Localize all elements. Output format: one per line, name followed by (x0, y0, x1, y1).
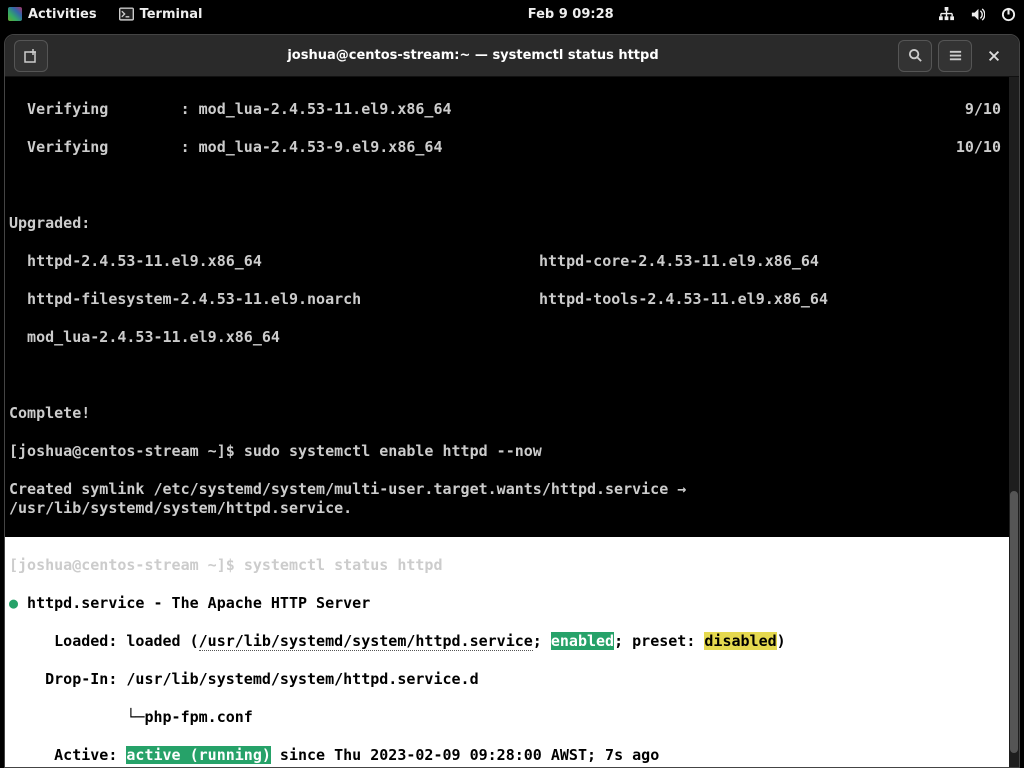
volume-icon (970, 7, 985, 22)
term-line: [joshua@centos-stream ~]$ sudo systemctl… (9, 442, 1015, 461)
term-line: httpd-filesystem-2.4.53-11.el9.noarchhtt… (9, 290, 1015, 309)
network-icon (939, 7, 954, 22)
power-icon (1001, 7, 1016, 22)
titlebar: joshua@centos-stream:~ — systemctl statu… (5, 35, 1019, 77)
close-button[interactable] (978, 40, 1010, 72)
term-line: mod_lua-2.4.53-11.el9.x86_64 (9, 328, 1015, 347)
term-line: httpd-2.4.53-11.el9.x86_64httpd-core-2.4… (9, 252, 1015, 271)
close-icon (987, 49, 1001, 63)
activities-label: Activities (28, 7, 97, 22)
activities-button[interactable]: Activities (8, 7, 97, 22)
terminal-icon (119, 7, 134, 21)
active-badge: active (running) (126, 746, 271, 764)
status-output: [joshua@centos-stream ~]$ systemctl stat… (5, 537, 1019, 767)
terminal-body[interactable]: Verifying : mod_lua-2.4.53-11.el9.x86_64… (5, 77, 1019, 767)
gnome-topbar: Activities Terminal Feb 9 09:28 (0, 0, 1024, 28)
activities-icon (8, 7, 22, 21)
term-line: Verifying : mod_lua-2.4.53-11.el9.x86_64… (9, 100, 1015, 119)
term-line: Created symlink /etc/systemd/system/mult… (9, 480, 1015, 518)
term-line (9, 366, 1015, 385)
term-line (9, 176, 1015, 195)
menu-button[interactable] (938, 40, 972, 72)
active-app[interactable]: Terminal (119, 7, 203, 22)
clock[interactable]: Feb 9 09:28 (202, 7, 939, 22)
system-tray[interactable] (939, 7, 1016, 22)
new-tab-icon (23, 48, 39, 64)
enabled-badge: enabled (551, 632, 614, 650)
term-line: Complete! (9, 404, 1015, 423)
active-app-label: Terminal (140, 7, 203, 22)
scrollbar-thumb[interactable] (1010, 491, 1018, 753)
disabled-badge: disabled (704, 632, 776, 650)
terminal-window: joshua@centos-stream:~ — systemctl statu… (4, 34, 1020, 768)
search-icon (908, 48, 923, 63)
term-line: Verifying : mod_lua-2.4.53-9.el9.x86_641… (9, 138, 1015, 157)
search-button[interactable] (898, 40, 932, 72)
term-line: Upgraded: (9, 214, 1015, 233)
scrollbar[interactable] (1009, 77, 1019, 767)
window-title: joshua@centos-stream:~ — systemctl statu… (51, 48, 895, 63)
clock-label: Feb 9 09:28 (528, 7, 614, 22)
status-dot-icon: ● (9, 594, 18, 612)
hamburger-icon (948, 48, 963, 63)
new-tab-button[interactable] (14, 40, 48, 72)
